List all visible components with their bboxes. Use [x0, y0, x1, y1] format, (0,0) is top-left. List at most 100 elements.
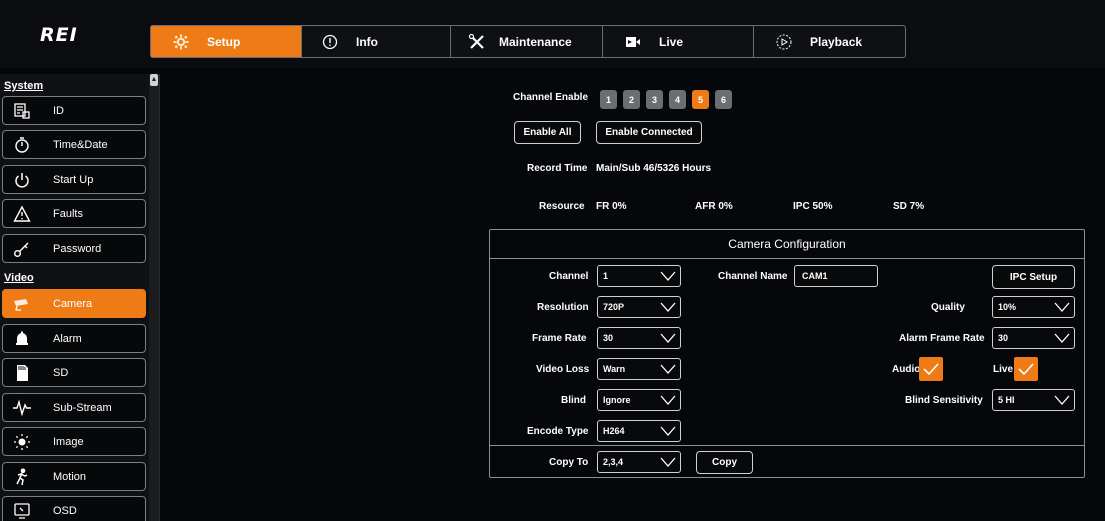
- chevron-down-icon: [660, 457, 676, 467]
- key-icon: [11, 238, 33, 260]
- chevron-down-icon: [1054, 333, 1070, 343]
- gear-icon: [171, 32, 191, 52]
- scroll-up-arrow-icon[interactable]: ▲: [150, 74, 158, 86]
- sidebar-item-time-date[interactable]: Time&Date: [2, 130, 146, 159]
- channel-label: Channel: [549, 271, 589, 282]
- checkmark-icon: [1018, 363, 1034, 376]
- channel-name-input[interactable]: CAM1: [794, 265, 878, 287]
- sidebar-item-label: Sub-Stream: [53, 401, 112, 414]
- tab-maintenance[interactable]: Maintenance: [451, 26, 603, 57]
- live-camera-icon: [623, 32, 643, 52]
- sidebar-item-label: Motion: [53, 470, 87, 483]
- record-time-label: Record Time: [527, 163, 588, 174]
- video-loss-select-value: Warn: [603, 364, 626, 374]
- sidebar-item-label: Start Up: [53, 173, 94, 186]
- quality-select-value: 10%: [998, 302, 1017, 312]
- audio-checkbox[interactable]: [919, 357, 943, 381]
- resolution-select-value: 720P: [603, 302, 625, 312]
- chevron-down-icon: [660, 302, 676, 312]
- sidebar-item-motion[interactable]: Motion: [2, 462, 146, 491]
- enable-connected-button[interactable]: Enable Connected: [596, 121, 702, 144]
- sidebar-item-sd[interactable]: SD: [2, 358, 146, 387]
- section-system: System: [4, 80, 44, 92]
- sidebar-item-label: Camera: [53, 297, 93, 310]
- channel-toggle-6[interactable]: 6: [715, 90, 732, 109]
- sidebar-scrollbar[interactable]: ▲: [149, 74, 159, 521]
- channel-toggle-2[interactable]: 2: [623, 90, 640, 109]
- resolution-label: Resolution: [537, 302, 589, 313]
- waveform-icon: [11, 397, 33, 419]
- sidebar-item-label: Image: [53, 435, 84, 448]
- live-checkbox[interactable]: [1014, 357, 1038, 381]
- copy-to-label: Copy To: [549, 457, 589, 468]
- tab-maintenance-label: Maintenance: [499, 34, 572, 49]
- sidebar-item-label: Password: [53, 242, 102, 255]
- enable-all-button[interactable]: Enable All: [514, 121, 581, 144]
- tab-playback-label: Playback: [810, 34, 863, 49]
- alarm-frame-rate-select[interactable]: 30: [992, 327, 1075, 349]
- video-loss-select[interactable]: Warn: [597, 358, 681, 380]
- encode-type-label: Encode Type: [527, 426, 589, 437]
- sidebar-item-osd[interactable]: OSD: [2, 496, 146, 521]
- sidebar-item-label: Alarm: [53, 332, 82, 345]
- panel-title: Camera Configuration: [490, 230, 1084, 259]
- copy-to-select[interactable]: 2,3,4: [597, 451, 681, 473]
- stopwatch-icon: [11, 134, 33, 156]
- sidebar-item-camera[interactable]: Camera: [2, 289, 146, 318]
- quality-label: Quality: [931, 302, 965, 313]
- blind-select[interactable]: Ignore: [597, 389, 681, 411]
- ipc-setup-button[interactable]: IPC Setup: [992, 265, 1075, 289]
- brightness-icon: [11, 431, 33, 453]
- alarm-frame-rate-select-value: 30: [998, 333, 1009, 343]
- live-label: Live: [993, 364, 1014, 375]
- sidebar-item-label: OSD: [53, 504, 77, 517]
- encode-type-select-value: H264: [603, 426, 625, 436]
- tab-live[interactable]: Live: [603, 26, 754, 57]
- frame-rate-select[interactable]: 30: [597, 327, 681, 349]
- encode-type-select[interactable]: H264: [597, 420, 681, 442]
- video-loss-label: Video Loss: [536, 364, 590, 375]
- channel-toggle-3[interactable]: 3: [646, 90, 663, 109]
- sidebar-item-image[interactable]: Image: [2, 427, 146, 456]
- channel-toggle-5[interactable]: 5: [692, 90, 709, 109]
- copy-to-select-value: 2,3,4: [603, 457, 624, 467]
- frame-rate-label: Frame Rate: [532, 333, 587, 344]
- tab-playback[interactable]: Playback: [754, 26, 905, 57]
- quality-select[interactable]: 10%: [992, 296, 1075, 318]
- id-icon: [11, 100, 33, 122]
- tab-setup[interactable]: Setup: [151, 26, 302, 57]
- sidebar-item-alarm[interactable]: Alarm: [2, 324, 146, 353]
- sidebar-item-start-up[interactable]: Start Up: [2, 165, 146, 194]
- sidebar-item-id[interactable]: ID: [2, 96, 146, 125]
- sidebar-item-sub-stream[interactable]: Sub-Stream: [2, 393, 146, 422]
- copy-button[interactable]: Copy: [696, 451, 753, 474]
- channel-toggle-4[interactable]: 4: [669, 90, 686, 109]
- chevron-down-icon: [1054, 395, 1070, 405]
- tab-info[interactable]: Info: [302, 26, 451, 57]
- chevron-down-icon: [660, 395, 676, 405]
- channel-select-value: 1: [603, 271, 609, 281]
- blind-select-value: Ignore: [603, 395, 631, 405]
- sidebar-item-faults[interactable]: Faults: [2, 199, 146, 228]
- blind-sensitivity-select[interactable]: 5 HI: [992, 389, 1075, 411]
- resource-fr: FR 0%: [596, 201, 627, 212]
- blind-sensitivity-select-value: 5 HI: [998, 395, 1015, 405]
- channel-toggle-1[interactable]: 1: [600, 90, 617, 109]
- channel-select[interactable]: 1: [597, 265, 681, 287]
- sidebar-item-label: Faults: [53, 207, 83, 220]
- motion-icon: [11, 466, 33, 488]
- bell-icon: [11, 328, 33, 350]
- sidebar-item-password[interactable]: Password: [2, 234, 146, 263]
- record-time-value: Main/Sub 46/5326 Hours: [596, 163, 712, 174]
- channel-name-label: Channel Name: [718, 271, 788, 282]
- resolution-select[interactable]: 720P: [597, 296, 681, 318]
- resource-sd: SD 7%: [893, 201, 925, 212]
- osd-icon: [11, 500, 33, 521]
- chevron-down-icon: [660, 271, 676, 281]
- panel-divider: [490, 445, 1084, 446]
- blind-label: Blind: [561, 395, 586, 406]
- channel-enable-label: Channel Enable: [513, 92, 589, 103]
- warning-icon: [11, 203, 33, 225]
- sidebar-item-label: ID: [53, 104, 64, 117]
- resource-ipc: IPC 50%: [793, 201, 833, 212]
